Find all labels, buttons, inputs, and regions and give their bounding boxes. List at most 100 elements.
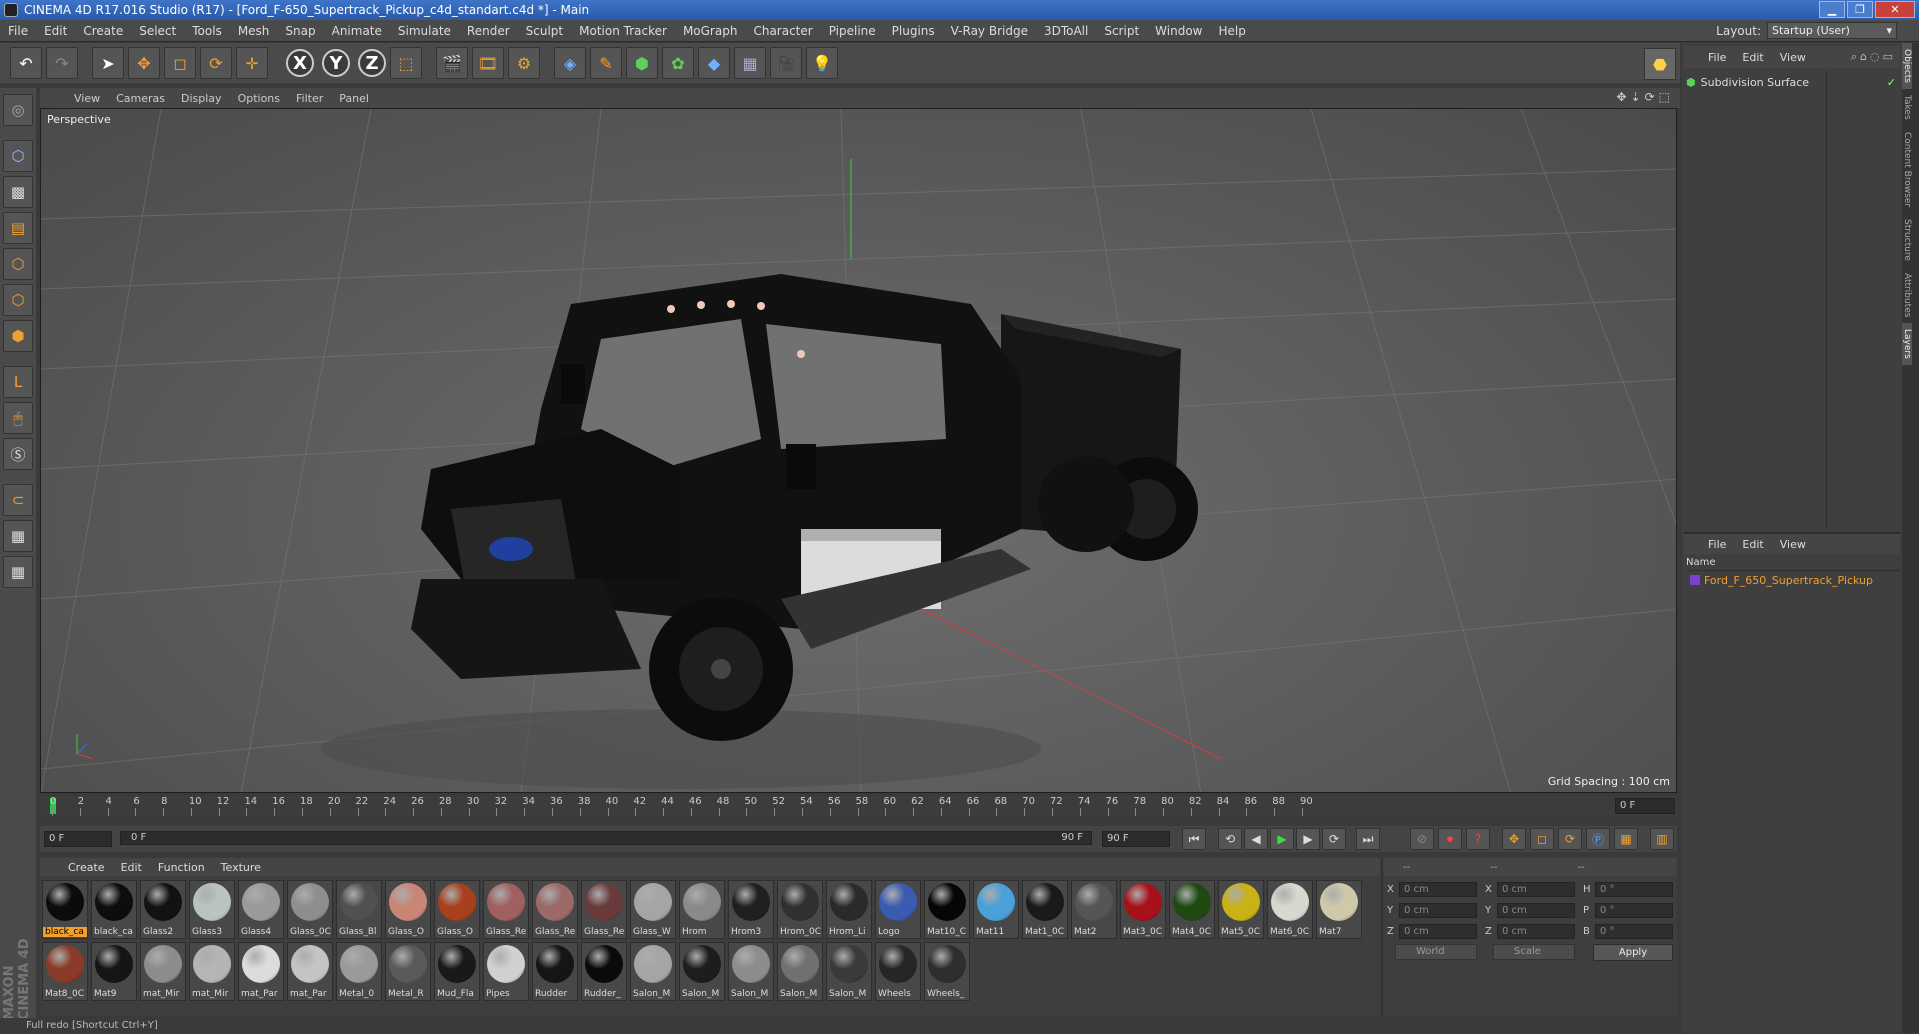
menu-plugins[interactable]: Plugins	[884, 24, 943, 38]
menu-select[interactable]: Select	[131, 24, 184, 38]
record-active-objects-icon[interactable]: ⏺	[1438, 828, 1462, 850]
object-menu-edit[interactable]: Edit	[1734, 51, 1771, 64]
edges-mode-icon[interactable]: ⬡	[3, 284, 33, 316]
redo-icon[interactable]: ↷	[46, 47, 78, 79]
material-swatch[interactable]: Mat1_0C	[1022, 880, 1068, 939]
menu-3dtoall[interactable]: 3DToAll	[1036, 24, 1096, 38]
material-menu-edit[interactable]: Edit	[113, 861, 150, 874]
menu-file[interactable]: File	[0, 24, 36, 38]
render-settings-icon[interactable]: ⚙	[508, 47, 540, 79]
layer-menu-edit[interactable]: Edit	[1734, 538, 1771, 551]
start-frame-field[interactable]: 0 F	[44, 831, 112, 847]
go-to-end-icon[interactable]: ⏭	[1356, 828, 1380, 850]
layer-menu-file[interactable]: File	[1700, 538, 1734, 551]
spline-pen-icon[interactable]: ✎	[590, 47, 622, 79]
key-scale-icon[interactable]: ◻	[1530, 828, 1554, 850]
material-swatch[interactable]: mat_Mir	[189, 942, 235, 1001]
material-swatch[interactable]: Glass_W	[630, 880, 676, 939]
material-swatch[interactable]: Logo	[875, 880, 921, 939]
material-swatch[interactable]: Rudder_	[581, 942, 627, 1001]
coordinate-value-input[interactable]: 0 cm	[1497, 903, 1575, 918]
subdivision-surface-icon[interactable]: ⬢	[626, 47, 658, 79]
side-tab-structure[interactable]: Structure	[1902, 213, 1912, 267]
menu-help[interactable]: Help	[1210, 24, 1253, 38]
coordinate-value-input[interactable]: 0 °	[1595, 924, 1673, 939]
coordinate-system-icon[interactable]: ⬚	[390, 47, 422, 79]
menu-mograph[interactable]: MoGraph	[675, 24, 746, 38]
material-menu-texture[interactable]: Texture	[213, 861, 269, 874]
scale-icon[interactable]: ◻	[164, 47, 196, 79]
menu-pipeline[interactable]: Pipeline	[821, 24, 884, 38]
material-swatch[interactable]: Pipes	[483, 942, 529, 1001]
deformer-icon[interactable]: ◆	[698, 47, 730, 79]
cube-primitive-icon[interactable]: ◈	[554, 47, 586, 79]
menu-snap[interactable]: Snap	[277, 24, 323, 38]
material-swatch[interactable]: Salon_M	[728, 942, 774, 1001]
axis-mode-icon[interactable]: L	[3, 366, 33, 398]
material-swatch[interactable]: Salon_M	[826, 942, 872, 1001]
menu-render[interactable]: Render	[459, 24, 518, 38]
object-menu-view[interactable]: View	[1772, 51, 1814, 64]
material-swatch[interactable]: Salon_M	[777, 942, 823, 1001]
render-view-icon[interactable]: 🎬	[436, 47, 468, 79]
material-swatch[interactable]: Glass_O	[434, 880, 480, 939]
material-swatch[interactable]: Mat3_0C	[1120, 880, 1166, 939]
viewport-nav-icons[interactable]: ✥⇣⟳⬚	[1616, 90, 1674, 104]
material-swatch[interactable]: Glass2	[140, 880, 186, 939]
autokey-icon[interactable]: ?	[1466, 828, 1490, 850]
material-swatch[interactable]: Mat8_0C	[42, 942, 88, 1001]
menu-character[interactable]: Character	[745, 24, 820, 38]
material-swatch[interactable]: Glass_0C	[287, 880, 333, 939]
maximize-button[interactable]: ❐	[1847, 1, 1873, 18]
camera-icon[interactable]: 🎥	[770, 47, 802, 79]
material-swatch[interactable]: Rudder	[532, 942, 578, 1001]
timeline-ruler[interactable]: 0 F 0 2 4 6 8 10 12 14 16 18 20 22 24 26 28 30 32 34 36 38 4…	[40, 796, 1677, 818]
close-button[interactable]: ✕	[1875, 1, 1915, 18]
end-frame-field[interactable]: 90 F	[1102, 831, 1170, 847]
select-arrow-icon[interactable]: ➤	[92, 47, 124, 79]
preview-range-slider[interactable]: 0 F 90 F	[120, 831, 1092, 845]
material-menu-create[interactable]: Create	[60, 861, 113, 874]
object-manager-icons[interactable]: ⌕⌂◌▭	[1851, 50, 1896, 64]
menu-create[interactable]: Create	[75, 24, 131, 38]
viewport-menu-panel[interactable]: Panel	[331, 92, 377, 105]
material-swatch[interactable]: Wheels_	[924, 942, 970, 1001]
light-icon[interactable]: 💡	[806, 47, 838, 79]
last-tool-icon[interactable]: ✛	[236, 47, 268, 79]
material-swatch[interactable]: Mat10_C	[924, 880, 970, 939]
material-swatch[interactable]: black_ca	[91, 880, 137, 939]
side-tab-layers[interactable]: Layers	[1902, 323, 1912, 365]
key-position-icon[interactable]: ✥	[1502, 828, 1526, 850]
viewport-menu-cameras[interactable]: Cameras	[108, 92, 173, 105]
key-parameter-icon[interactable]: Ⓟ	[1586, 828, 1610, 850]
material-swatch[interactable]: Hrom_Li	[826, 880, 872, 939]
viewport-3d[interactable]: Perspective Grid Spacing: 100 cm	[40, 108, 1677, 793]
coordinate-space-select[interactable]: World	[1395, 944, 1477, 960]
material-swatch[interactable]: black_ca	[42, 880, 88, 939]
material-swatch[interactable]: Mat11	[973, 880, 1019, 939]
material-swatch[interactable]: Mat7	[1316, 880, 1362, 939]
menu-v-ray-bridge[interactable]: V-Ray Bridge	[943, 24, 1036, 38]
material-swatch[interactable]: Mat4_0C	[1169, 880, 1215, 939]
object-menu-file[interactable]: File	[1700, 51, 1734, 64]
material-swatch[interactable]: Metal_R	[385, 942, 431, 1001]
material-swatch[interactable]: Glass_Bl	[336, 880, 382, 939]
workplane-lock-icon[interactable]: ▦	[3, 520, 33, 552]
material-swatch[interactable]: mat_Par	[287, 942, 333, 1001]
model-mode-icon[interactable]: ⬡	[3, 140, 33, 172]
points-mode-icon[interactable]: ⬡	[3, 248, 33, 280]
viewport-menu-view[interactable]: View	[66, 92, 108, 105]
material-swatch[interactable]: mat_Par	[238, 942, 284, 1001]
layout-dropdown[interactable]: Startup (User)	[1767, 22, 1897, 39]
mograph-cloner-icon[interactable]: ✿	[662, 47, 694, 79]
rotate-icon[interactable]: ⟳	[200, 47, 232, 79]
menu-animate[interactable]: Animate	[324, 24, 390, 38]
go-to-start-icon[interactable]: ⏮	[1182, 828, 1206, 850]
menu-motion-tracker[interactable]: Motion Tracker	[571, 24, 675, 38]
layer-menu-view[interactable]: View	[1772, 538, 1814, 551]
object-visibility-check-icon[interactable]: ✓	[1887, 76, 1896, 89]
polygons-mode-icon[interactable]: ⬢	[3, 320, 33, 352]
material-swatch[interactable]: Salon_M	[679, 942, 725, 1001]
menu-window[interactable]: Window	[1147, 24, 1210, 38]
undo-icon[interactable]: ↶	[10, 47, 42, 79]
